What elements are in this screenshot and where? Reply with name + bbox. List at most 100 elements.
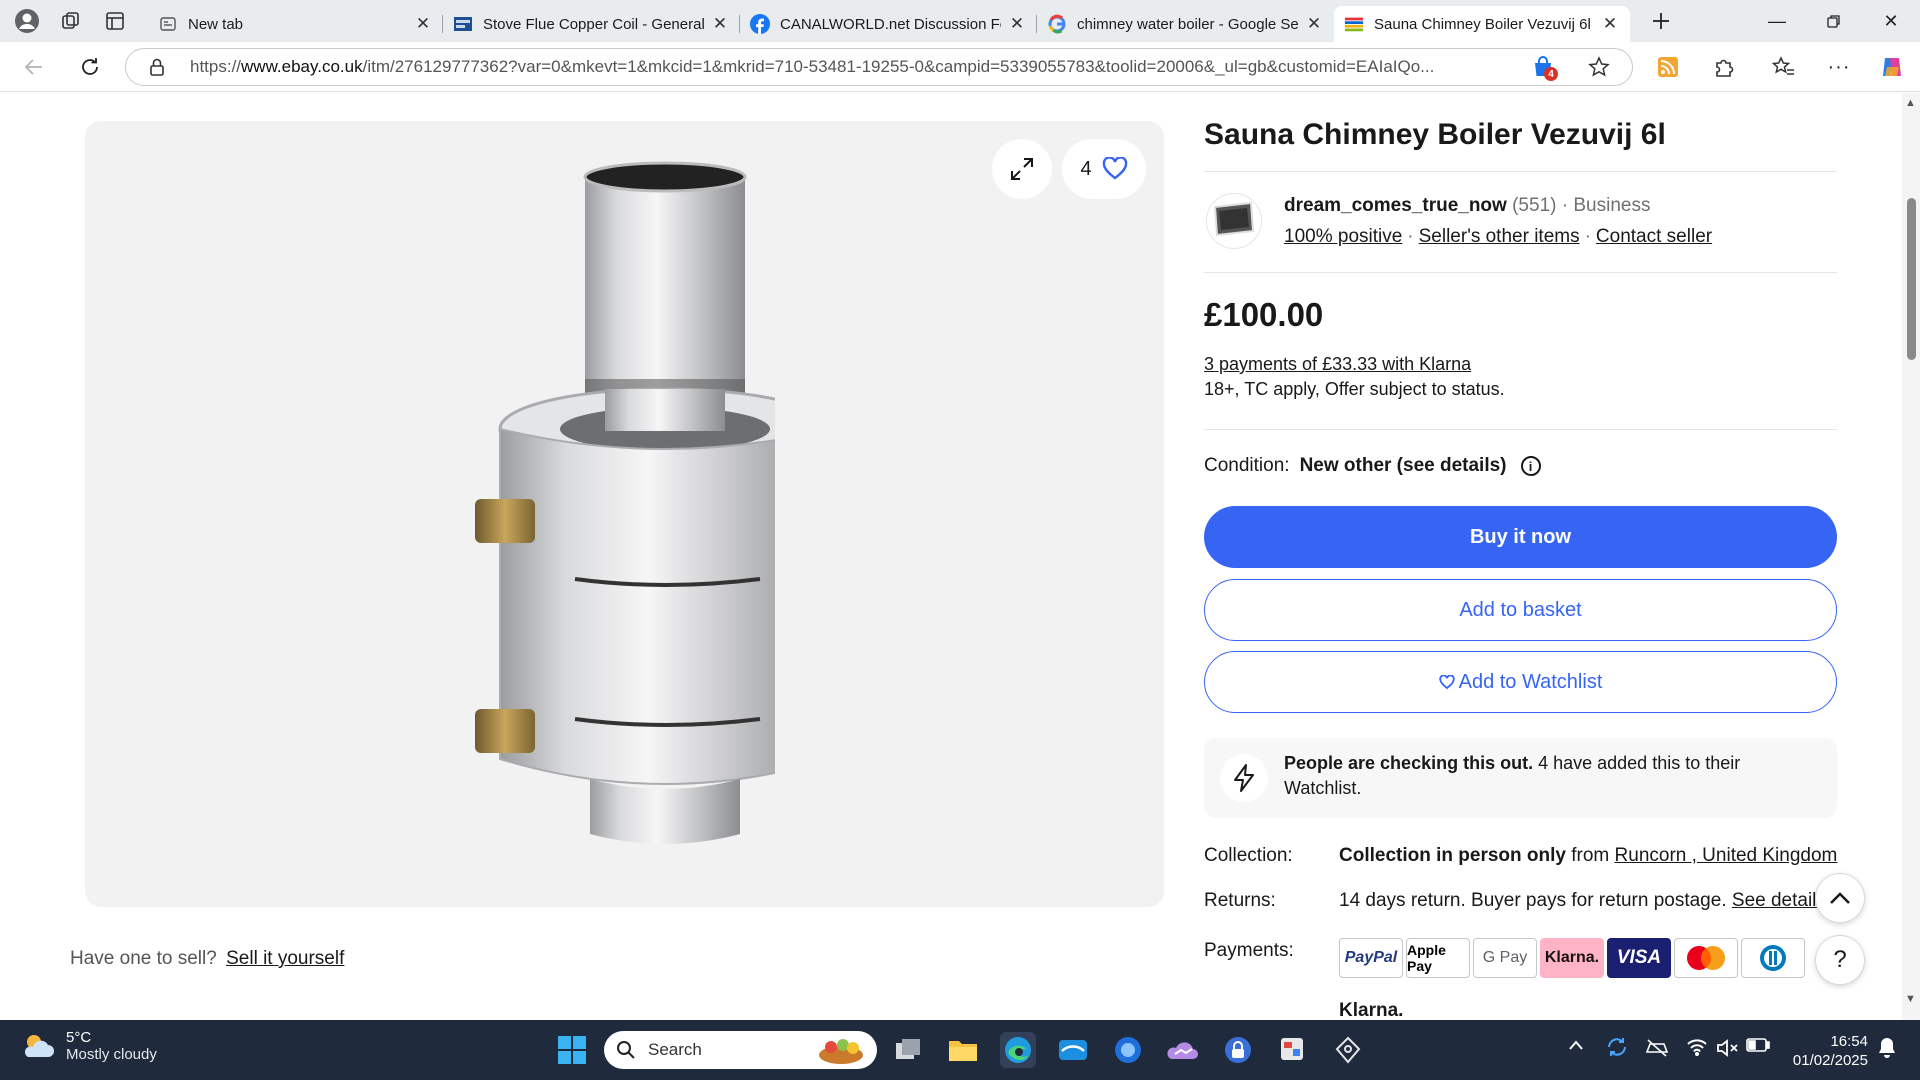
tab-stove-flue[interactable]: Stove Flue Copper Coil - General ✕ xyxy=(443,7,740,41)
scroll-down-arrow-icon[interactable]: ▼ xyxy=(1905,993,1916,1005)
folder-icon xyxy=(949,1041,977,1061)
more-dots-icon: ··· xyxy=(1827,55,1851,78)
muted-speaker-icon xyxy=(1717,1039,1738,1057)
payments-label: Payments: xyxy=(1204,940,1294,961)
seller-feedback-count[interactable]: (551) xyxy=(1512,195,1556,216)
divider xyxy=(1204,171,1837,172)
profile-button[interactable] xyxy=(8,2,46,40)
buy-it-now-button[interactable]: Buy it now xyxy=(1204,506,1837,568)
page-scrollbar[interactable]: ▲ ▼ xyxy=(1902,93,1920,1020)
seller-positive-link[interactable]: 100% positive xyxy=(1284,226,1402,247)
battery-button[interactable] xyxy=(1746,1038,1770,1057)
close-tab-icon[interactable]: ✕ xyxy=(710,14,730,34)
mail-app-button[interactable] xyxy=(1055,1032,1091,1068)
listing-title: Sauna Chimney Boiler Vezuvij 6l xyxy=(1204,118,1666,151)
info-icon[interactable]: i xyxy=(1520,456,1541,476)
workspaces-button[interactable] xyxy=(52,2,90,40)
watchlist-label: Add to Watchlist xyxy=(1458,670,1603,693)
restore-button[interactable] xyxy=(1805,0,1863,42)
vertical-tabs-button[interactable] xyxy=(96,2,134,40)
product-image-gallery[interactable]: 4 xyxy=(85,121,1164,907)
seller-avatar[interactable] xyxy=(1206,193,1262,249)
add-to-watchlist-button[interactable]: Add to Watchlist xyxy=(1204,651,1837,713)
search-placeholder: Search xyxy=(648,1040,702,1059)
facebook-icon xyxy=(750,14,770,34)
tab-google-search[interactable]: chimney water boiler - Google Se ✕ xyxy=(1037,7,1334,41)
file-explorer-button[interactable] xyxy=(945,1032,981,1068)
copilot-button[interactable] xyxy=(1876,51,1908,83)
network-status-button[interactable] xyxy=(1645,1038,1669,1063)
contact-seller-link[interactable]: Contact seller xyxy=(1596,226,1712,247)
add-to-basket-button[interactable]: Add to basket xyxy=(1204,579,1837,641)
refresh-button[interactable] xyxy=(74,51,106,83)
seller-links: 100% positive · Seller's other items · Conta… xyxy=(1284,226,1713,247)
tab-actions-icon xyxy=(106,12,124,30)
settings-more-button[interactable]: ··· xyxy=(1823,51,1855,83)
task-view-button[interactable] xyxy=(890,1032,926,1068)
weather-widget[interactable]: 5°C Mostly cloudy xyxy=(20,1029,157,1063)
system-clock[interactable]: 16:54 01/02/2025 xyxy=(1793,1032,1868,1070)
close-icon: ✕ xyxy=(1883,10,1899,31)
minimize-button[interactable]: — xyxy=(1748,0,1806,42)
back-arrow-icon xyxy=(24,59,42,75)
seller-name[interactable]: dream_comes_true_now xyxy=(1284,195,1507,216)
sell-it-yourself-link[interactable]: Sell it yourself xyxy=(226,948,344,969)
close-window-button[interactable]: ✕ xyxy=(1862,0,1920,42)
divider xyxy=(1204,429,1837,430)
fullscreen-button[interactable] xyxy=(992,139,1052,199)
shopping-extension-button[interactable]: 4 xyxy=(1531,55,1558,81)
apple-pay-logo: Apple Pay xyxy=(1406,938,1470,978)
windows-taskbar: 5°C Mostly cloudy Search 16:54 01/02/202… xyxy=(0,1020,1920,1080)
watch-count-button[interactable]: 4 xyxy=(1062,139,1146,199)
returns-see-details-link[interactable]: See details xyxy=(1732,890,1826,911)
windows-logo-icon xyxy=(558,1036,586,1064)
extensions-button[interactable] xyxy=(1708,51,1740,83)
plus-icon xyxy=(1653,13,1669,29)
wifi-button[interactable] xyxy=(1686,1038,1708,1061)
favorites-button[interactable] xyxy=(1768,51,1800,83)
payment-methods: PayPal Apple Pay G Pay Klarna. VISA xyxy=(1339,938,1808,978)
favorite-star-button[interactable] xyxy=(1588,56,1610,83)
scrollbar-thumb[interactable] xyxy=(1907,198,1916,360)
edge-taskbar-button[interactable] xyxy=(1000,1032,1036,1068)
condition-row: Condition: New other (see details) i xyxy=(1204,455,1541,477)
tab-new-tab[interactable]: New tab ✕ xyxy=(148,7,443,41)
weather-condition: Mostly cloudy xyxy=(66,1046,157,1063)
minimize-icon: — xyxy=(1768,10,1786,31)
returns-value: 14 days return. Buyer pays for return po… xyxy=(1339,890,1826,911)
show-hidden-icons[interactable] xyxy=(1568,1038,1584,1056)
tab-strip: New tab ✕ Stove Flue Copper Coil - Gener… xyxy=(0,0,1920,42)
inkscape-button[interactable] xyxy=(1330,1032,1366,1068)
new-tab-button[interactable] xyxy=(1642,2,1680,40)
snipping-icon xyxy=(1281,1038,1303,1060)
snipping-tool-button[interactable] xyxy=(1275,1032,1311,1068)
close-tab-icon[interactable]: ✕ xyxy=(413,14,433,34)
klarna-payments-link[interactable]: 3 payments of £33.33 with Klarna xyxy=(1204,354,1471,375)
back-to-top-button[interactable] xyxy=(1815,873,1865,923)
taskbar-search[interactable]: Search xyxy=(604,1031,877,1069)
favorites-list-icon xyxy=(1772,56,1794,75)
back-button[interactable] xyxy=(18,51,50,83)
browser-app-button[interactable] xyxy=(1110,1032,1146,1068)
close-tab-icon[interactable]: ✕ xyxy=(1007,14,1027,34)
collection-location-link[interactable]: Runcorn , United Kingdom xyxy=(1615,845,1838,866)
notifications-button[interactable] xyxy=(1876,1036,1898,1065)
help-button[interactable]: ? xyxy=(1815,935,1865,985)
rss-extension-button[interactable] xyxy=(1652,51,1684,83)
sync-tray-button[interactable] xyxy=(1605,1035,1629,1064)
tab-ebay-listing[interactable]: Sauna Chimney Boiler Vezuvij 6l | ✕ xyxy=(1334,6,1630,42)
workspaces-icon xyxy=(62,12,79,29)
lock-icon[interactable] xyxy=(148,57,166,77)
password-manager-button[interactable] xyxy=(1220,1032,1256,1068)
address-bar[interactable]: https://www.ebay.co.uk/itm/276129777362?… xyxy=(125,48,1633,86)
close-tab-icon[interactable]: ✕ xyxy=(1600,14,1620,34)
tab-canalworld-facebook[interactable]: CANALWORLD.net Discussion For ✕ xyxy=(740,7,1037,41)
sync-icon xyxy=(1608,1038,1626,1056)
scroll-up-arrow-icon[interactable]: ▲ xyxy=(1905,97,1916,109)
start-button[interactable] xyxy=(554,1032,590,1068)
close-tab-icon[interactable]: ✕ xyxy=(1304,14,1324,34)
volume-button[interactable] xyxy=(1716,1038,1740,1063)
battery-icon xyxy=(1746,1038,1770,1052)
onedrive-button[interactable] xyxy=(1165,1032,1201,1068)
seller-other-items-link[interactable]: Seller's other items xyxy=(1419,226,1580,247)
